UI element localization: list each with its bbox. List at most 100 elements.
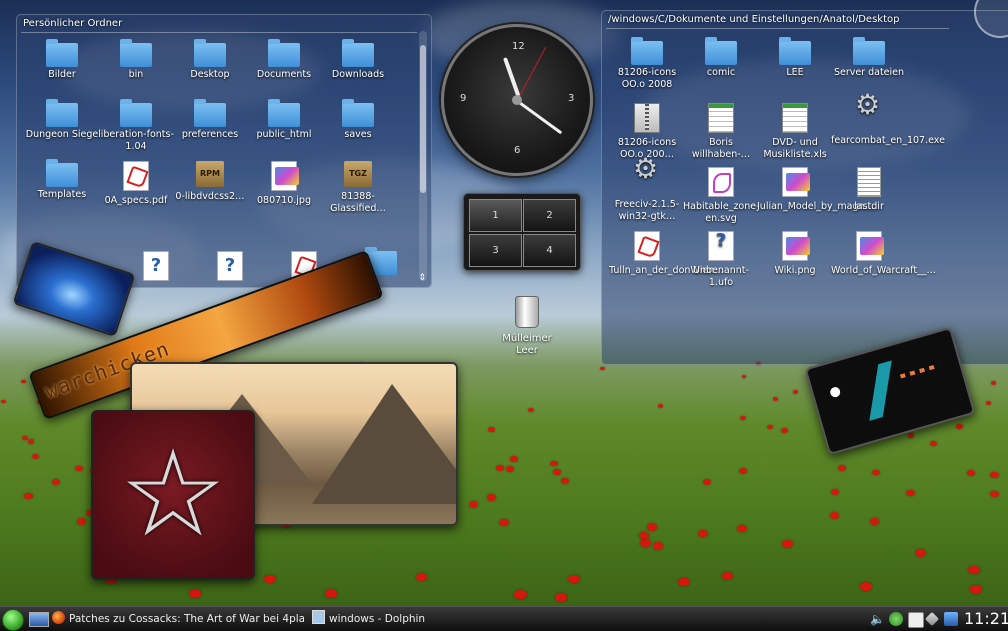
file-icon-item[interactable]: Boris willhaben-… [683,103,759,161]
folder-html-icon [268,99,300,127]
folder-icon [46,39,78,67]
network-icon[interactable] [924,611,940,627]
file-icon-item[interactable]: preferences [172,99,248,141]
file-icon-label: Templates [37,189,87,200]
pager-desktop-4[interactable]: 4 [523,234,576,267]
scrollbar-thumb[interactable] [420,45,426,193]
file-icon-item[interactable]: RPM 0-libdvdcss2… [172,161,248,203]
poppy-flower [872,469,881,476]
poppy-flower [639,532,650,540]
poppy-flower [739,415,747,421]
poppy-flower [27,439,35,445]
file-icon-item[interactable]: Julian_Model_by_magn… [757,167,874,213]
mountain-shape [312,384,456,504]
task-dolphin[interactable]: windows - Dolphin [312,607,432,631]
file-icon-item[interactable]: Desktop [172,39,248,81]
file-icon-label: comic [706,67,736,78]
clipboard-icon[interactable] [908,612,924,628]
file-icon-item[interactable]: TGZ 81388-Glassified… [320,161,396,215]
analog-clock-widget[interactable]: 12 3 6 9 [441,24,593,176]
file-icon-item[interactable]: Templates [24,159,100,201]
file-icon-item[interactable]: DVD- und Musikliste.xls [757,103,833,161]
trash-widget[interactable]: Mülleimer Leer [497,296,557,357]
file-icon-item[interactable]: 81206-icons OO.o 2008 [609,37,685,91]
file-icon-item[interactable]: Wiki.png [757,231,833,277]
poppy-flower [990,381,996,385]
file-icon-item[interactable]: 080710.jpg [246,161,322,207]
file-icon-label: preferences [181,129,239,140]
executable-gear-icon [633,163,661,195]
file-icon-item[interactable]: liberation-fonts-1.04 [98,99,174,153]
tgz-archive-icon: TGZ [344,161,372,187]
file-icon-item[interactable]: comic [683,37,759,79]
file-icon-item[interactable]: Downloads [320,39,396,81]
scroll-arrows-icon[interactable]: ⇕ [418,273,426,283]
poppy-flower [985,400,992,405]
poppy-flower [469,500,479,508]
poppy-flower [702,479,712,486]
poppy-flower [52,478,61,485]
file-icon-item[interactable]: Bilder [24,39,100,81]
device-notifier-icon[interactable] [944,612,958,626]
file-icon-item[interactable]: LEE [757,37,833,79]
file-icon-label: public_html [256,129,312,140]
poppy-flower [560,477,570,484]
file-icon-item[interactable]: saves [320,99,396,141]
file-icon-item[interactable]: World_of_Warcraft__… [831,231,936,277]
file-icon-item[interactable]: Unbenannt-1.ufo [683,231,759,289]
poppy-flower [968,566,980,575]
file-icon-label: Habitable_zone-en.svg [683,201,760,224]
zip-archive-icon [634,103,660,133]
file-icon-item[interactable]: lastdir [831,167,907,213]
file-icon-label: 81206-icons OO.o 2008 [617,67,677,90]
poppy-flower [969,585,982,594]
show-desktop-icon[interactable] [29,612,49,627]
folder-icon [342,39,374,67]
scrollbar[interactable] [419,31,427,281]
folder-view-home[interactable]: Persönlicher Ordner Bilder bin Desktop Docu… [16,14,432,288]
task-firefox[interactable]: Patches zu Cossacks: The Art of War bei … [52,607,304,631]
file-icon-item[interactable]: 0A_specs.pdf [98,161,174,207]
start-menu-button[interactable] [2,609,24,631]
poppy-flower [31,453,40,459]
poppy-flower [906,489,915,496]
clock-number-9: 9 [460,93,467,104]
file-icon-label: Boris willhaben-… [691,137,751,160]
folder-documents-icon [268,39,300,67]
poppy-flower [772,396,779,401]
unknown-file-icon[interactable] [143,251,169,281]
file-icon-label: 0A_specs.pdf [104,195,168,206]
poppy-flower [838,465,847,471]
folder-view-windows-desktop[interactable]: /windows/C/Dokumente und Einstellungen/A… [601,10,1008,365]
file-icon-item[interactable]: Habitable_zone-en.svg [683,167,760,225]
pager-desktop-3[interactable]: 3 [469,234,522,267]
photo-frame-pentagram[interactable]: ☆ [91,410,255,580]
file-icon-label: 81388-Glassified… [330,191,386,214]
pager-widget[interactable]: 1234 [463,193,581,271]
pager-desktop-1[interactable]: 1 [469,199,522,232]
file-icon-label: lastdir [854,201,884,212]
update-notifier-icon[interactable] [889,612,903,626]
image-file-icon [271,161,299,191]
poppy-flower [930,441,938,447]
poppy-flower [600,367,605,371]
poppy-flower [738,468,747,475]
file-icon-item[interactable]: Dungeon Siege [24,99,100,141]
file-icon-item[interactable]: Server dateien [831,37,907,79]
volume-icon[interactable]: 🔈 [870,612,885,626]
poppy-flower [766,424,774,430]
poppy-flower [677,577,690,586]
poppy-flower [956,424,963,429]
pager-desktop-2[interactable]: 2 [523,199,576,232]
file-icon-item[interactable]: fearcombat_en_107.exe [831,99,945,147]
desktop-background[interactable]: Persönlicher Ordner Bilder bin Desktop Docu… [0,0,1008,606]
file-icon-item[interactable]: Freeciv-2.1.5-win32-gtk… [609,163,685,223]
unknown-file-icon[interactable] [217,251,243,281]
file-icon-item[interactable]: Tulln_an_der_donWien… [609,231,724,277]
file-icon-item[interactable]: Documents [246,39,322,81]
poppy-flower [0,399,7,404]
taskbar-clock[interactable]: 11:21 [964,607,1008,631]
file-icon-item[interactable]: public_html [246,99,322,141]
file-icon-item[interactable]: bin [98,39,174,81]
poppy-flower [721,571,734,581]
